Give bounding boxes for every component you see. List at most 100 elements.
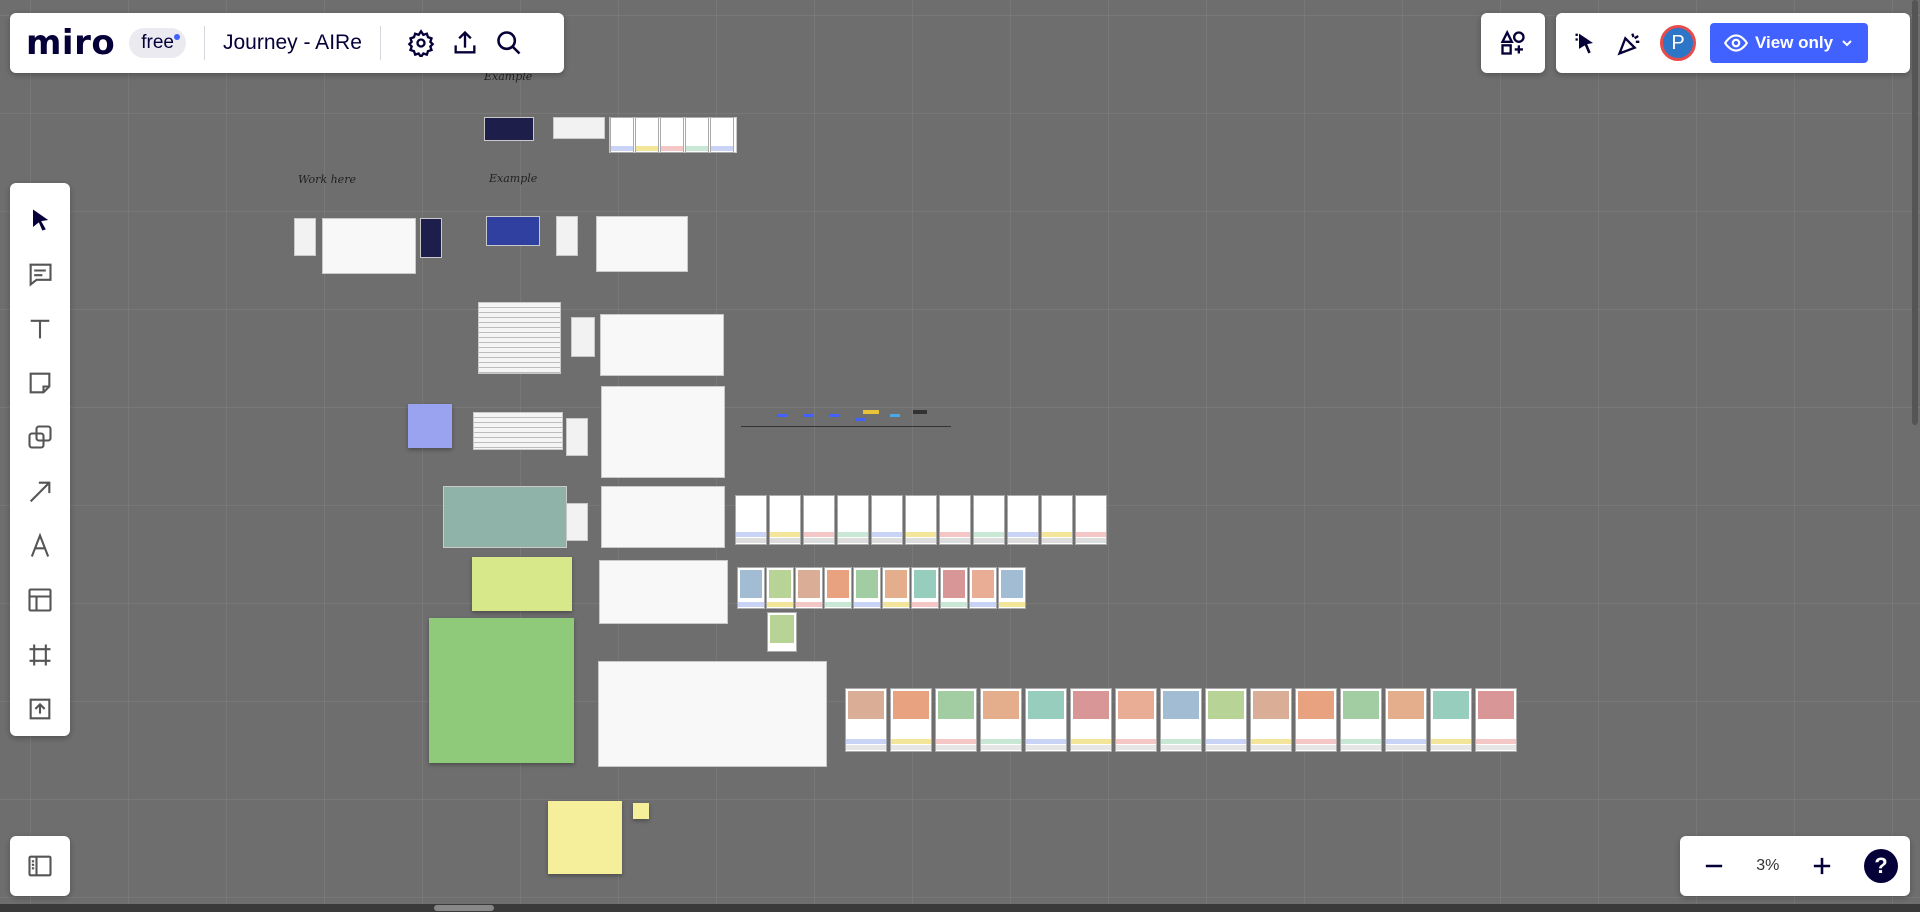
board-card[interactable] bbox=[478, 302, 561, 374]
sticky-note[interactable] bbox=[408, 404, 452, 448]
apps-button[interactable] bbox=[1491, 21, 1535, 65]
frames-button[interactable] bbox=[18, 844, 62, 888]
board-card[interactable] bbox=[1250, 688, 1292, 752]
board-card[interactable] bbox=[737, 567, 765, 609]
board-card[interactable] bbox=[940, 567, 968, 609]
board-card[interactable] bbox=[998, 567, 1026, 609]
board-card[interactable] bbox=[600, 314, 724, 376]
shapes-tool[interactable] bbox=[14, 410, 66, 464]
board-card[interactable] bbox=[596, 216, 688, 272]
zoom-level[interactable]: 3% bbox=[1756, 857, 1779, 875]
board-card[interactable] bbox=[1340, 688, 1382, 752]
zoom-in-button[interactable] bbox=[1800, 844, 1844, 888]
select-tool[interactable] bbox=[14, 193, 66, 247]
board-card[interactable] bbox=[610, 117, 634, 153]
board-card[interactable] bbox=[973, 495, 1005, 545]
sticky-note-tool[interactable] bbox=[14, 356, 66, 410]
board-card[interactable] bbox=[484, 117, 534, 141]
vertical-scrollbar[interactable] bbox=[1910, 0, 1920, 900]
board-card[interactable] bbox=[660, 117, 684, 153]
flow-diagram[interactable] bbox=[735, 398, 955, 458]
help-button[interactable]: ? bbox=[1863, 849, 1898, 883]
plan-badge[interactable]: free bbox=[129, 28, 186, 58]
board-card[interactable] bbox=[553, 117, 605, 139]
board-card[interactable] bbox=[935, 688, 977, 752]
zoom-panel: 3% ? bbox=[1680, 836, 1910, 896]
board-card[interactable] bbox=[486, 216, 540, 246]
board-card[interactable] bbox=[1385, 688, 1427, 752]
celebrate-button[interactable] bbox=[1608, 21, 1652, 65]
board-canvas[interactable]: Example Work here Example bbox=[0, 0, 1920, 912]
board-card[interactable] bbox=[1205, 688, 1247, 752]
view-only-button[interactable]: View only bbox=[1710, 23, 1868, 63]
board-card[interactable] bbox=[853, 567, 881, 609]
follow-button[interactable] bbox=[1564, 21, 1608, 65]
comment-tool[interactable] bbox=[14, 247, 66, 301]
board-card[interactable] bbox=[601, 386, 725, 478]
board-card[interactable] bbox=[556, 216, 578, 256]
board-card[interactable] bbox=[443, 486, 567, 548]
sticky-note[interactable] bbox=[429, 618, 574, 763]
pen-tool[interactable] bbox=[14, 519, 66, 573]
scroll-thumb[interactable] bbox=[1912, 0, 1918, 425]
board-card[interactable] bbox=[566, 418, 588, 456]
board-card[interactable] bbox=[1475, 688, 1517, 752]
board-card[interactable] bbox=[601, 486, 725, 548]
scroll-thumb[interactable] bbox=[434, 905, 494, 911]
board-card[interactable] bbox=[294, 218, 316, 256]
board-card[interactable] bbox=[767, 612, 797, 652]
board-card[interactable] bbox=[599, 560, 728, 624]
board-card[interactable] bbox=[1070, 688, 1112, 752]
search-button[interactable] bbox=[487, 21, 531, 65]
sticky-note[interactable] bbox=[548, 801, 622, 874]
upload-tool[interactable] bbox=[14, 682, 66, 736]
board-card[interactable] bbox=[824, 567, 852, 609]
sticky-note[interactable] bbox=[472, 557, 572, 611]
connection-line-tool[interactable] bbox=[14, 464, 66, 518]
settings-button[interactable] bbox=[399, 21, 443, 65]
board-card[interactable] bbox=[905, 495, 937, 545]
board-card[interactable] bbox=[566, 503, 588, 541]
board-card[interactable] bbox=[766, 567, 794, 609]
board-card[interactable] bbox=[1430, 688, 1472, 752]
board-card[interactable] bbox=[1075, 495, 1107, 545]
share-button[interactable] bbox=[443, 21, 487, 65]
board-card[interactable] bbox=[1041, 495, 1073, 545]
board-card[interactable] bbox=[735, 495, 767, 545]
board-card[interactable] bbox=[890, 688, 932, 752]
board-card[interactable] bbox=[420, 218, 442, 258]
board-card[interactable] bbox=[980, 688, 1022, 752]
board-card[interactable] bbox=[1295, 688, 1337, 752]
board-card[interactable] bbox=[769, 495, 801, 545]
board-title[interactable]: Journey - AIRe bbox=[223, 31, 362, 55]
templates-tool[interactable] bbox=[14, 573, 66, 627]
text-tool[interactable] bbox=[14, 302, 66, 356]
board-card[interactable] bbox=[598, 661, 827, 767]
board-card[interactable] bbox=[710, 117, 734, 153]
avatar[interactable]: P bbox=[1660, 25, 1696, 61]
miro-logo[interactable]: miro bbox=[26, 23, 115, 63]
board-card[interactable] bbox=[882, 567, 910, 609]
board-card[interactable] bbox=[803, 495, 835, 545]
shapes-plus-icon bbox=[1500, 29, 1525, 55]
horizontal-scrollbar[interactable] bbox=[0, 904, 1920, 912]
board-card[interactable] bbox=[845, 688, 887, 752]
sticky-note[interactable] bbox=[633, 803, 649, 819]
board-card[interactable] bbox=[322, 218, 416, 274]
board-card[interactable] bbox=[571, 317, 595, 357]
board-card[interactable] bbox=[1160, 688, 1202, 752]
board-card[interactable] bbox=[1115, 688, 1157, 752]
board-card[interactable] bbox=[911, 567, 939, 609]
board-card[interactable] bbox=[939, 495, 971, 545]
board-card[interactable] bbox=[969, 567, 997, 609]
zoom-out-button[interactable] bbox=[1692, 844, 1736, 888]
board-card[interactable] bbox=[635, 117, 659, 153]
board-card[interactable] bbox=[1007, 495, 1039, 545]
board-card[interactable] bbox=[871, 495, 903, 545]
board-card[interactable] bbox=[837, 495, 869, 545]
board-card[interactable] bbox=[795, 567, 823, 609]
board-card[interactable] bbox=[685, 117, 709, 153]
board-card[interactable] bbox=[473, 412, 563, 450]
board-card[interactable] bbox=[1025, 688, 1067, 752]
frame-tool[interactable] bbox=[14, 627, 66, 681]
